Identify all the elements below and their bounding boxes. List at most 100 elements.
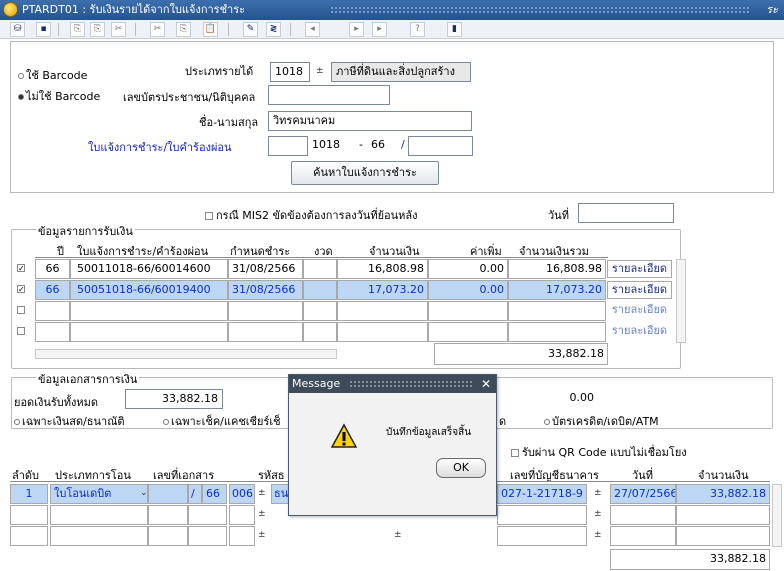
- trow-date[interactable]: [610, 505, 676, 525]
- row-year[interactable]: [35, 301, 70, 321]
- row-invoice[interactable]: 50051018-66/60019400: [70, 280, 228, 300]
- trow-type[interactable]: [50, 505, 148, 525]
- row-period[interactable]: [303, 322, 337, 342]
- prev-record-icon[interactable]: ◂: [305, 22, 320, 37]
- trow-bank-list-icon[interactable]: ±: [258, 530, 266, 540]
- trow-date[interactable]: [610, 526, 676, 546]
- invoice-no-field[interactable]: [408, 136, 473, 156]
- row-invoice[interactable]: [70, 301, 228, 321]
- invoice-prefix-field[interactable]: [268, 136, 308, 156]
- detail-button[interactable]: รายละเอียด: [607, 323, 672, 341]
- trow-account-list-icon[interactable]: ±: [594, 530, 602, 540]
- exit-icon[interactable]: ▮: [447, 22, 462, 37]
- row-total[interactable]: 17,073.20: [508, 280, 606, 300]
- first-icon[interactable]: ⎘: [70, 22, 85, 37]
- row-year[interactable]: 66: [35, 280, 70, 300]
- mis2-date-field[interactable]: [578, 203, 674, 223]
- mis2-backdate-checkbox[interactable]: กรณี MIS2 ขัดข้องต้องการลงวันที่ย้อนหลัง: [205, 206, 418, 224]
- row-invoice[interactable]: 50011018-66/60014600: [70, 259, 228, 279]
- prev-icon[interactable]: ⎘: [90, 22, 105, 37]
- row-period[interactable]: [303, 259, 337, 279]
- income-type-code-field[interactable]: 1018: [270, 62, 310, 82]
- row-amount[interactable]: 16,808.98: [337, 259, 428, 279]
- barcode-nouse-radio[interactable]: ไม่ใช้ Barcode: [18, 87, 100, 105]
- id-card-field[interactable]: [268, 85, 390, 105]
- query-icon[interactable]: ⛁: [10, 22, 25, 37]
- row-period[interactable]: [303, 301, 337, 321]
- trow-type[interactable]: [50, 526, 148, 546]
- row-extra[interactable]: 0.00: [428, 259, 508, 279]
- row-due[interactable]: 31/08/2566: [228, 280, 303, 300]
- row-year[interactable]: 66: [35, 259, 70, 279]
- last-record-icon[interactable]: ▸: [372, 22, 387, 37]
- trow-seq[interactable]: [10, 526, 48, 546]
- save-icon[interactable]: ▪: [36, 22, 51, 37]
- trow-amount[interactable]: [676, 505, 770, 525]
- trow-bank-code[interactable]: 006: [229, 484, 255, 504]
- trow-amount[interactable]: [676, 526, 770, 546]
- trow-account-list-icon[interactable]: ±: [594, 488, 602, 498]
- help-icon[interactable]: ?: [410, 22, 425, 37]
- trow-amount[interactable]: 33,882.18: [676, 484, 770, 504]
- trow-account[interactable]: [497, 505, 587, 525]
- insert-icon[interactable]: ≷: [266, 22, 281, 37]
- next-icon[interactable]: ✂: [111, 22, 126, 37]
- trow-seq[interactable]: [10, 505, 48, 525]
- row-amount[interactable]: 17,073.20: [337, 280, 428, 300]
- income-type-list-icon[interactable]: ±: [316, 66, 324, 76]
- trow-doc-year[interactable]: 66: [202, 484, 227, 504]
- opt-card-radio[interactable]: บัตรเครดิต/เดบิต/ATM: [544, 412, 659, 430]
- ok-button[interactable]: OK: [436, 458, 486, 478]
- qr-checkbox[interactable]: รับผ่าน QR Code แบบไม่เชื่อมโยง: [511, 443, 687, 461]
- invoice-year-field[interactable]: 66: [367, 136, 397, 156]
- trow-doc-no[interactable]: [148, 526, 188, 546]
- row-checkbox[interactable]: ✓: [17, 285, 25, 294]
- row-amount[interactable]: [337, 301, 428, 321]
- window-controls[interactable]: ระ: [766, 0, 778, 20]
- trow-branch-list-icon[interactable]: ±: [394, 530, 402, 540]
- row-amount[interactable]: [337, 322, 428, 342]
- barcode-use-radio[interactable]: ใช้ Barcode: [18, 66, 87, 84]
- detail-button[interactable]: รายละเอียด: [607, 260, 672, 278]
- trow-doc-year[interactable]: [188, 526, 227, 546]
- next-record-icon[interactable]: ▸: [349, 22, 364, 37]
- paste-icon[interactable]: 📋: [203, 22, 218, 37]
- row-year[interactable]: [35, 322, 70, 342]
- trow-bank-code[interactable]: [229, 505, 255, 525]
- row-checkbox[interactable]: [17, 327, 25, 335]
- trow-doc-year[interactable]: [188, 505, 227, 525]
- trow-account[interactable]: [497, 526, 587, 546]
- opt-cheque-radio[interactable]: เฉพาะเช็ค/แคชเชียร์เช็: [163, 412, 281, 430]
- row-period[interactable]: [303, 280, 337, 300]
- row-total[interactable]: [508, 322, 606, 342]
- transfer-vertical-scrollbar[interactable]: [772, 484, 782, 547]
- row-total[interactable]: 16,808.98: [508, 259, 606, 279]
- row-extra[interactable]: [428, 301, 508, 321]
- trow-type[interactable]: ใบโอนเดบิต: [50, 484, 148, 504]
- row-checkbox[interactable]: ✓: [17, 264, 25, 273]
- trow-date[interactable]: 27/07/2566: [610, 484, 676, 504]
- name-field[interactable]: วิทรคมนาคม: [268, 111, 472, 131]
- row-invoice[interactable]: [70, 322, 228, 342]
- trow-seq[interactable]: 1: [10, 484, 48, 504]
- cut-icon[interactable]: ✂: [150, 22, 165, 37]
- detail-button[interactable]: รายละเอียด: [607, 302, 672, 320]
- trow-account[interactable]: 027-1-21718-9: [497, 484, 587, 504]
- row-checkbox[interactable]: [17, 306, 25, 314]
- search-invoice-button[interactable]: ค้นหาใบแจ้งการชำระ: [291, 161, 439, 185]
- detail-button[interactable]: รายละเอียด: [607, 281, 672, 299]
- trow-type-dropdown-icon[interactable]: ⌄: [140, 488, 148, 498]
- close-icon[interactable]: ✕: [481, 375, 491, 393]
- trow-account-list-icon[interactable]: ±: [594, 509, 602, 519]
- invoice-code-field[interactable]: 1018: [308, 136, 355, 156]
- receipt-vertical-scrollbar[interactable]: [676, 259, 686, 343]
- trow-bank-list-icon[interactable]: ±: [258, 488, 266, 498]
- trow-doc-no[interactable]: [148, 505, 188, 525]
- row-extra[interactable]: 0.00: [428, 280, 508, 300]
- row-due[interactable]: 31/08/2566: [228, 259, 303, 279]
- row-due[interactable]: [228, 301, 303, 321]
- trow-bank-list-icon[interactable]: ±: [258, 509, 266, 519]
- row-extra[interactable]: [428, 322, 508, 342]
- row-due[interactable]: [228, 322, 303, 342]
- copy-icon[interactable]: ⎘: [176, 22, 191, 37]
